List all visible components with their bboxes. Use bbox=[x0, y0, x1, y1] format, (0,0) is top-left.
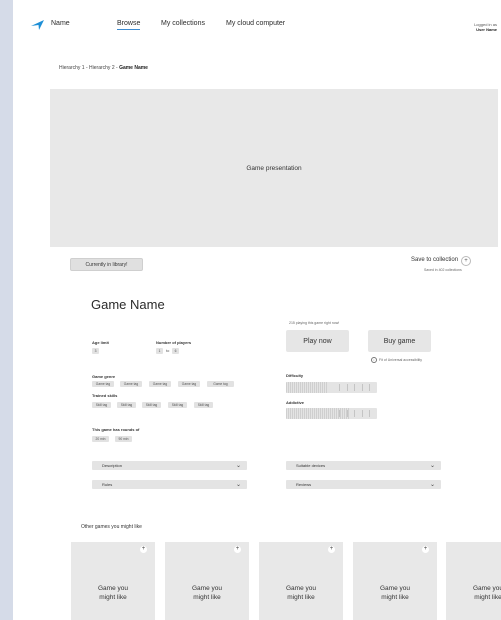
recommended-game-title-line: might like bbox=[99, 594, 127, 601]
add-game-button[interactable]: + bbox=[234, 546, 241, 553]
recommended-game-title-line: might like bbox=[474, 594, 501, 601]
genre-tag[interactable]: Game tag bbox=[149, 381, 171, 387]
recommended-game-title: Game you might like bbox=[259, 584, 343, 602]
round-duration-tag: 20 min bbox=[92, 436, 109, 442]
play-now-button[interactable]: Play now bbox=[286, 330, 349, 352]
skill-tag[interactable]: Skill tag bbox=[117, 402, 136, 408]
genre-tag[interactable]: Game tag bbox=[92, 381, 114, 387]
players-separator: to bbox=[166, 348, 170, 353]
game-title: Game Name bbox=[91, 297, 165, 312]
meter-segment-divider bbox=[339, 410, 341, 417]
addictive-meter bbox=[286, 408, 377, 419]
nav-browse[interactable]: Browse bbox=[117, 20, 141, 30]
players-label: Number of players bbox=[156, 340, 192, 345]
skill-tag[interactable]: Skill tag bbox=[92, 402, 111, 408]
recommended-game-title: Game you might like bbox=[165, 584, 249, 602]
rules-accordion-label: Rules bbox=[102, 482, 113, 487]
recommended-game-title-line: Game you bbox=[473, 585, 501, 592]
players-max: 6 bbox=[172, 348, 179, 354]
recommended-game-title-line: Game you bbox=[98, 585, 128, 592]
recommended-game-title-line: might like bbox=[287, 594, 315, 601]
meter-segment-divider bbox=[361, 384, 363, 391]
recommended-game-card[interactable]: Game you might like bbox=[446, 542, 501, 620]
login-status[interactable]: Logged in as User Name bbox=[474, 22, 497, 32]
rules-accordion[interactable]: Rules ⌄ bbox=[92, 480, 247, 489]
addictive-meter-fill bbox=[286, 408, 350, 419]
chevron-down-icon: ⌄ bbox=[235, 482, 241, 488]
meter-segment-divider bbox=[354, 384, 356, 391]
genre-tag[interactable]: Game tag bbox=[120, 381, 142, 387]
universal-accessibility-note: i Fit of Universal accessibility bbox=[371, 357, 422, 363]
recommended-game-title: Game you might like bbox=[71, 584, 155, 602]
breadcrumb-hierarchy-1[interactable]: Hierarchy 1 bbox=[59, 65, 85, 71]
meter-segment-divider bbox=[346, 384, 348, 391]
buy-game-button[interactable]: Buy game bbox=[368, 330, 431, 352]
add-game-button[interactable]: + bbox=[140, 546, 147, 553]
suitable-devices-accordion[interactable]: Suitable devices ⌄ bbox=[286, 461, 441, 470]
save-to-collection-link[interactable]: Save to collection bbox=[411, 257, 458, 263]
recommended-game-title-line: Game you bbox=[286, 585, 316, 592]
nav-my-collections[interactable]: My collections bbox=[161, 20, 205, 27]
players-min: 1 bbox=[156, 348, 163, 354]
rounds-label: This game has rounds of bbox=[92, 427, 140, 432]
breadcrumb-current: Game Name bbox=[119, 65, 148, 71]
reviews-accordion-label: Reviews bbox=[296, 482, 312, 487]
brand-name[interactable]: Name bbox=[51, 20, 70, 27]
add-to-collection-button[interactable]: + bbox=[461, 256, 471, 266]
universal-accessibility-text: Fit of Universal accessibility bbox=[379, 358, 422, 362]
game-genre-label: Game genre bbox=[92, 374, 116, 379]
other-games-heading: Other games you might like bbox=[81, 524, 142, 530]
saved-count: Saved in 402 collections bbox=[424, 268, 462, 272]
age-limit-label: Age limit bbox=[92, 340, 109, 345]
recommended-game-card[interactable]: + Game you might like bbox=[259, 542, 343, 620]
chevron-down-icon: ⌄ bbox=[429, 463, 435, 469]
skill-tag[interactable]: Skill tag bbox=[142, 402, 161, 408]
add-game-button[interactable]: + bbox=[328, 546, 335, 553]
genre-tag[interactable]: Game tag bbox=[178, 381, 200, 387]
meter-segment-divider bbox=[369, 384, 371, 391]
description-accordion[interactable]: Description ⌄ bbox=[92, 461, 247, 470]
nav-my-cloud-computer[interactable]: My cloud computer bbox=[226, 20, 285, 27]
trained-skills-label: Trained skills bbox=[92, 393, 118, 398]
recommended-game-title-line: might like bbox=[193, 594, 221, 601]
recommended-game-title-line: Game you bbox=[380, 585, 410, 592]
reviews-accordion[interactable]: Reviews ⌄ bbox=[286, 480, 441, 489]
game-presentation-label: Game presentation bbox=[246, 164, 302, 172]
playing-now-count: 215 playing this game right now! bbox=[289, 321, 340, 325]
add-game-button[interactable]: + bbox=[422, 546, 429, 553]
recommended-game-title-line: might like bbox=[381, 594, 409, 601]
addictive-label: Addictive bbox=[286, 400, 305, 405]
skill-tag[interactable]: Skill tag bbox=[194, 402, 213, 408]
recommended-game-card[interactable]: + Game you might like bbox=[71, 542, 155, 620]
meter-segment-divider bbox=[339, 384, 341, 391]
age-limit-value: 3 bbox=[92, 348, 99, 354]
difficulty-label: Difficulty bbox=[286, 373, 304, 378]
recommended-game-card[interactable]: + Game you might like bbox=[353, 542, 437, 620]
breadcrumb-hierarchy-2[interactable]: Hierarchy 2 bbox=[89, 65, 115, 71]
page: Name Browse My collections My cloud comp… bbox=[13, 0, 501, 620]
genre-tag[interactable]: Game tag bbox=[207, 381, 234, 387]
round-duration-tag: 90 min bbox=[115, 436, 132, 442]
game-presentation[interactable]: Game presentation bbox=[50, 89, 498, 247]
suitable-devices-accordion-label: Suitable devices bbox=[296, 463, 326, 468]
recommended-game-title: Game you might like bbox=[353, 584, 437, 602]
skill-tag[interactable]: Skill tag bbox=[168, 402, 187, 408]
recommended-game-title-line: Game you bbox=[192, 585, 222, 592]
breadcrumb: Hierarchy 1 - Hierarchy 2 - Game Name bbox=[59, 65, 148, 71]
info-icon[interactable]: i bbox=[371, 357, 377, 363]
recommended-game-card[interactable]: + Game you might like bbox=[165, 542, 249, 620]
meter-segment-divider bbox=[361, 410, 363, 417]
login-username: User Name bbox=[476, 27, 497, 32]
difficulty-meter bbox=[286, 382, 377, 393]
meter-segment-divider bbox=[346, 410, 348, 417]
difficulty-meter-fill bbox=[286, 382, 327, 393]
meter-segment-divider bbox=[369, 410, 371, 417]
chevron-down-icon: ⌄ bbox=[429, 482, 435, 488]
chevron-down-icon: ⌄ bbox=[235, 463, 241, 469]
library-status-button[interactable]: Currently in library! bbox=[70, 258, 143, 271]
logo-icon[interactable] bbox=[30, 19, 46, 31]
meter-segment-divider bbox=[354, 410, 356, 417]
recommended-game-title: Game you might like bbox=[446, 584, 501, 602]
description-accordion-label: Description bbox=[102, 463, 123, 468]
